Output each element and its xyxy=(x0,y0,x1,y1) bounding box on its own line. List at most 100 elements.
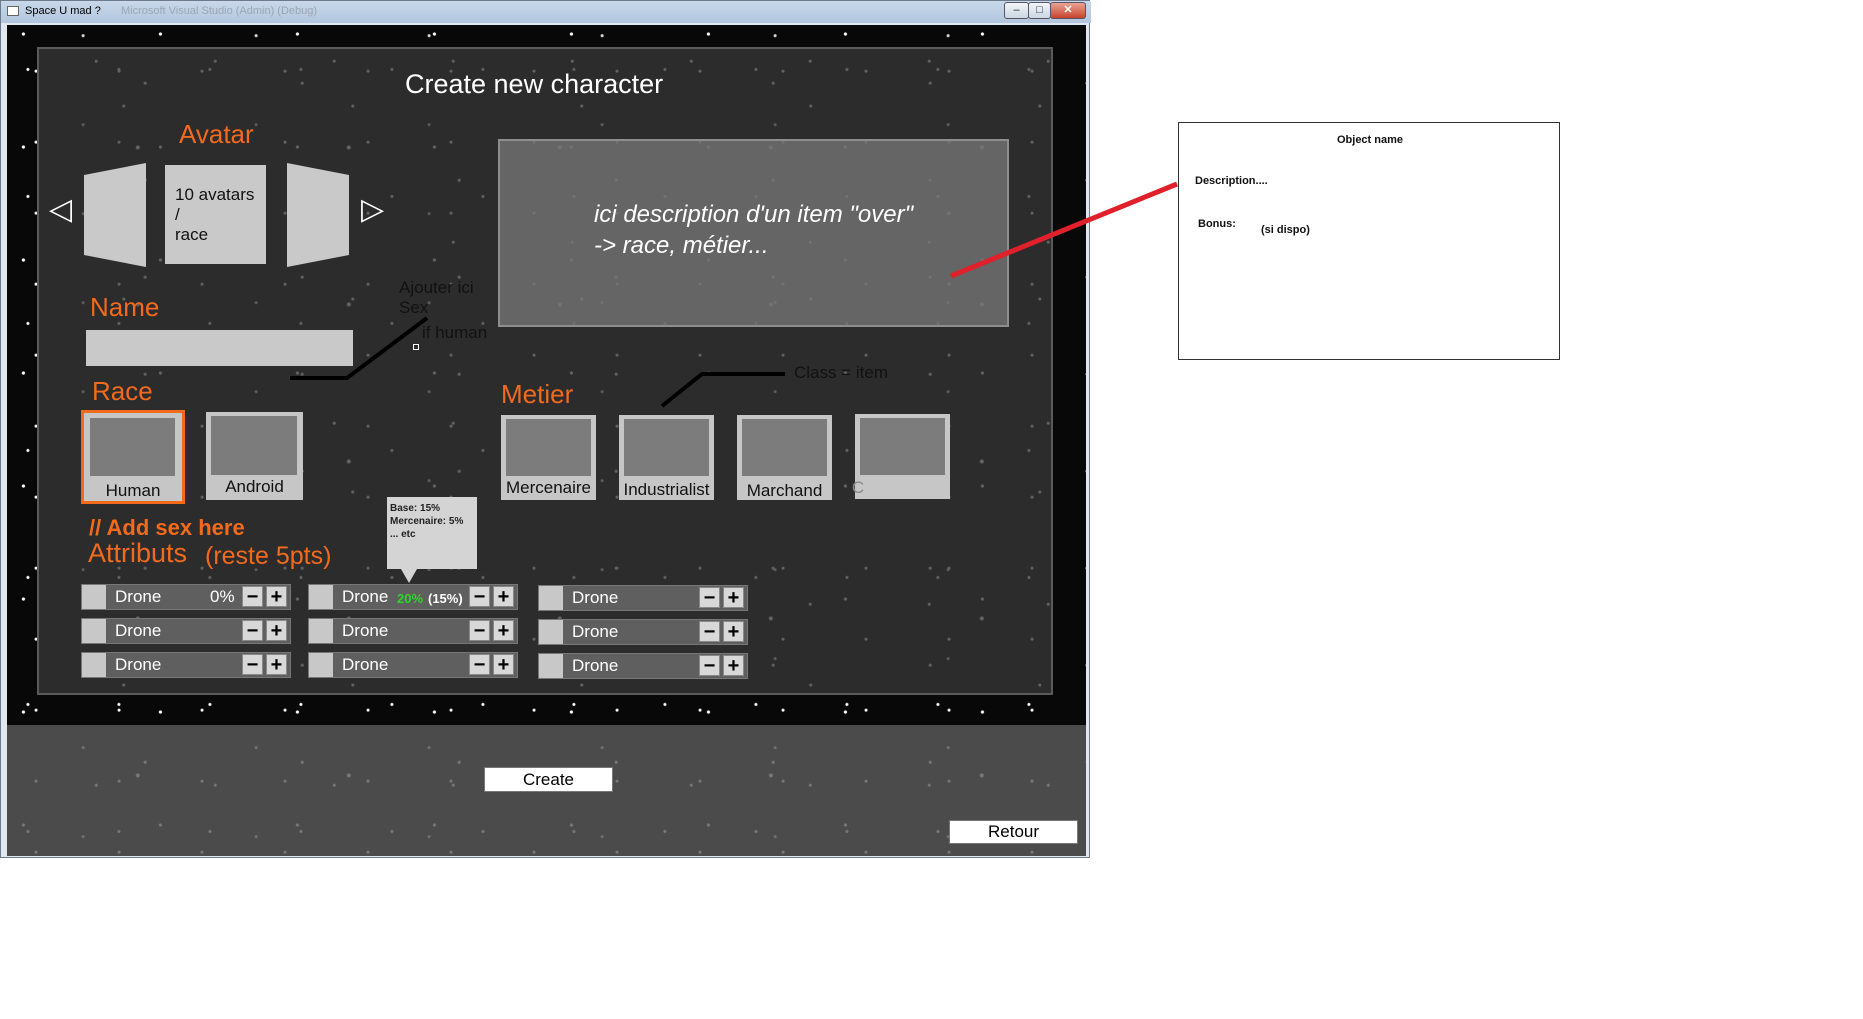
attribute-name: Drone xyxy=(572,588,619,607)
minimize-button[interactable]: – xyxy=(1004,2,1029,19)
metier-label: Metier xyxy=(501,379,574,409)
attribute-row: Drone − + xyxy=(308,618,518,644)
sex-note-line-1: Ajouter ici xyxy=(399,278,474,297)
avatar-next-slot[interactable] xyxy=(287,163,351,267)
attribute-icon xyxy=(82,585,106,609)
avatar-race-text: race xyxy=(175,225,209,244)
attribute-name: Drone xyxy=(342,621,389,640)
attribute-minus-button[interactable]: − xyxy=(242,586,263,607)
description-line-2: -> race, métier... xyxy=(594,232,769,259)
attribute-icon xyxy=(539,620,563,644)
attribute-minus-button[interactable]: − xyxy=(699,655,720,676)
attribute-minus-button[interactable]: − xyxy=(242,620,263,641)
attribute-row: Drone − + xyxy=(81,652,291,678)
race-option-human[interactable]: Human xyxy=(81,410,185,504)
metier-marchand-label: Marchand xyxy=(746,481,823,500)
attribute-plus-button[interactable]: + xyxy=(493,620,514,641)
window-title-ghost: Microsoft Visual Studio (Admin) (Debug) xyxy=(121,5,318,17)
attribute-plus-button[interactable]: + xyxy=(266,586,287,607)
page-title: Create new character xyxy=(405,69,664,99)
attribute-minus-button[interactable]: − xyxy=(699,587,720,608)
metier-4-image xyxy=(860,418,945,475)
mockup-bonus-value: (si dispo) xyxy=(1261,224,1310,236)
race-label: Race xyxy=(92,376,153,406)
attribute-icon xyxy=(539,654,563,678)
window-title: Space U mad ? xyxy=(25,5,101,17)
race-android-label: Android xyxy=(225,477,284,496)
attribute-plus-button[interactable]: + xyxy=(266,620,287,641)
attribute-icon xyxy=(539,586,563,610)
avatar-next-icon[interactable]: ▷ xyxy=(361,195,384,225)
attribute-plus-button[interactable]: + xyxy=(723,655,744,676)
attribute-minus-button[interactable]: − xyxy=(469,654,490,675)
attribute-minus-button[interactable]: − xyxy=(469,620,490,641)
attribute-name: Drone xyxy=(115,655,162,674)
attribute-value: 20% xyxy=(397,591,424,606)
metier-option-4[interactable]: C xyxy=(852,414,950,499)
attribute-row: Drone 0% − + xyxy=(81,584,291,610)
metier-option-industrialist[interactable]: Industrialist xyxy=(619,415,714,500)
tooltip-line-2: Mercenaire: 5% xyxy=(390,516,464,527)
description-box: ici description d'un item "over" -> race… xyxy=(498,139,1009,327)
class-note-connector xyxy=(660,372,785,408)
attributes-label: Attributs xyxy=(88,538,188,568)
attribute-plus-button[interactable]: + xyxy=(493,654,514,675)
attribute-minus-button[interactable]: − xyxy=(469,586,490,607)
avatar-count-text: 10 avatars xyxy=(175,185,255,204)
race-human-label: Human xyxy=(105,481,161,500)
sex-note-connector xyxy=(290,316,429,380)
app-window: Space U mad ? Microsoft Visual Studio (A… xyxy=(0,0,1091,858)
attribute-row: Drone − + xyxy=(538,619,748,645)
attribute-name: Drone xyxy=(572,656,619,675)
attribute-row: Drone − + xyxy=(81,618,291,644)
annotation-arrow xyxy=(950,181,1178,279)
close-button[interactable]: ✕ xyxy=(1050,2,1086,19)
attribute-minus-button[interactable]: − xyxy=(699,621,720,642)
attribute-plus-button[interactable]: + xyxy=(723,621,744,642)
create-button[interactable]: Create xyxy=(484,767,613,792)
attribute-row: Drone − + xyxy=(538,653,748,679)
metier-mercenaire-label: Mercenaire xyxy=(505,478,592,497)
attribute-plus-button[interactable]: + xyxy=(266,654,287,675)
attribute-row: Drone 20% (15%) − + xyxy=(308,584,518,610)
avatar-label: Avatar xyxy=(179,119,254,149)
tooltip-pointer xyxy=(401,569,417,583)
attribute-icon xyxy=(82,653,106,677)
avatar-separator-text: / xyxy=(175,205,180,224)
avatar-prev-slot[interactable] xyxy=(84,163,148,267)
attribute-name: Drone xyxy=(342,587,389,606)
back-button[interactable]: Retour xyxy=(949,820,1078,844)
attribute-value: 0% xyxy=(210,587,235,606)
attribute-row: Drone − + xyxy=(308,652,518,678)
attribute-icon xyxy=(309,619,333,643)
name-label: Name xyxy=(90,292,160,322)
avatar-current-slot[interactable]: 10 avatars / race xyxy=(165,165,266,264)
app-icon xyxy=(7,6,19,16)
metier-mercenaire-image xyxy=(506,419,591,476)
race-option-android[interactable]: Android xyxy=(206,412,303,500)
attribute-plus-button[interactable]: + xyxy=(723,587,744,608)
game-client-area: Create new character Avatar ◁ 10 avatars… xyxy=(7,25,1086,856)
attribute-row: Drone − + xyxy=(538,585,748,611)
race-android-image xyxy=(211,416,297,475)
metier-4-label: C xyxy=(851,478,865,497)
tooltip-line-1: Base: 15% xyxy=(390,503,441,514)
metier-industrialist-label: Industrialist xyxy=(623,480,710,499)
attribute-icon xyxy=(82,619,106,643)
attribute-name: Drone xyxy=(115,587,162,606)
attribute-minus-button[interactable]: − xyxy=(242,654,263,675)
race-human-image xyxy=(90,418,175,476)
metier-industrialist-image xyxy=(624,419,709,476)
attribute-icon xyxy=(309,585,333,609)
attribute-icon xyxy=(309,653,333,677)
tooltip-line-3: ... etc xyxy=(390,529,416,540)
mockup-title: Object name xyxy=(1336,134,1404,146)
metier-option-mercenaire[interactable]: Mercenaire xyxy=(501,415,596,500)
description-line-1: ici description d'un item "over" xyxy=(594,201,914,228)
maximize-button[interactable]: □ xyxy=(1028,2,1051,19)
metier-option-marchand[interactable]: Marchand xyxy=(737,415,832,500)
class-note: Class = item xyxy=(794,363,888,382)
avatar-prev-icon[interactable]: ◁ xyxy=(49,195,72,225)
attribute-plus-button[interactable]: + xyxy=(493,586,514,607)
item-tooltip-mockup: Object name Description.... Bonus: (si d… xyxy=(1178,122,1560,360)
